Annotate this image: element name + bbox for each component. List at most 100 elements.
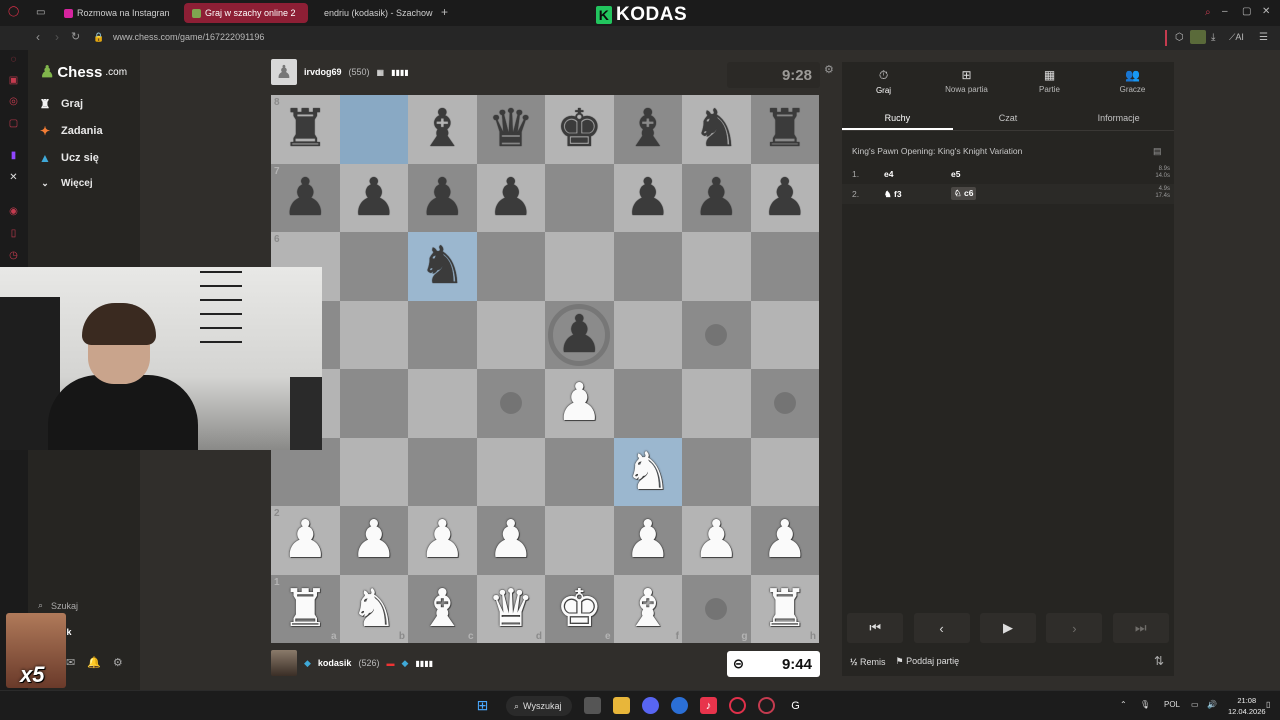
square-f1[interactable]: f ♝ <box>613 574 682 643</box>
file-explorer-icon[interactable] <box>613 697 630 714</box>
square-a1[interactable]: 1 a ♜ <box>271 574 340 643</box>
forward-icon[interactable]: › <box>55 30 59 44</box>
black-pawn-icon[interactable]: ♟ <box>693 172 740 224</box>
square-e2[interactable] <box>545 506 614 575</box>
square-g7[interactable]: ♟ <box>682 163 751 232</box>
bell-icon[interactable]: 🔔 <box>87 656 101 669</box>
square-h5[interactable] <box>750 300 819 369</box>
square-h4[interactable] <box>750 369 819 438</box>
gear-icon[interactable]: ⚙ <box>113 656 123 669</box>
square-f8[interactable]: ♝ <box>613 95 682 164</box>
move-hint[interactable] <box>773 392 796 415</box>
first-move-button[interactable]: ⏮ <box>847 613 904 643</box>
move-hint[interactable] <box>499 392 522 415</box>
square-d1[interactable]: d ♛ <box>476 574 545 643</box>
white-bishop-icon[interactable]: ♝ <box>624 583 671 635</box>
square-f5[interactable] <box>613 300 682 369</box>
microphone-icon[interactable]: 🎙 <box>1140 700 1150 709</box>
volume-icon[interactable]: 🔊 <box>1207 700 1217 709</box>
square-h3[interactable] <box>750 437 819 506</box>
white-knight-icon[interactable]: ♞ <box>350 583 397 635</box>
black-move[interactable]: e5 <box>951 169 960 179</box>
square-h1[interactable]: h ♜ <box>750 574 819 643</box>
square-g1[interactable]: g <box>682 574 751 643</box>
square-b2[interactable]: ♟ <box>339 506 408 575</box>
tab-players[interactable]: 👥 Gracze <box>1091 62 1174 100</box>
start-icon[interactable]: ⊞ <box>474 697 491 714</box>
square-b6[interactable] <box>339 232 408 301</box>
tab-overview-icon[interactable]: ▭ <box>36 7 45 18</box>
square-d5[interactable] <box>476 300 545 369</box>
aria-icon[interactable]: ◌ <box>7 53 20 66</box>
g-hub-icon[interactable]: G <box>787 697 804 714</box>
black-move-current[interactable]: ♘ c6 <box>951 187 977 200</box>
square-f4[interactable] <box>613 369 682 438</box>
back-icon[interactable]: ‹ <box>36 30 40 44</box>
square-h8[interactable]: ♜ <box>750 95 819 164</box>
minimize-icon[interactable]: – <box>1222 6 1228 17</box>
black-pawn-icon[interactable]: ♟ <box>624 172 671 224</box>
square-c3[interactable] <box>408 437 477 506</box>
square-d2[interactable]: ♟ <box>476 506 545 575</box>
square-d4[interactable] <box>476 369 545 438</box>
square-d8[interactable]: ♛ <box>476 95 545 164</box>
square-d3[interactable] <box>476 437 545 506</box>
bottom-player-avatar[interactable] <box>271 650 297 676</box>
square-h2[interactable]: ♟ <box>750 506 819 575</box>
nav-more[interactable]: ⌄ Więcej <box>38 178 92 189</box>
chess-board[interactable]: 8♜♝♛♚♝♞♜7♟♟♟♟♟♟♟6♞5♟4♟3♞2♟♟♟♟♟♟♟1a♜b♞c♝d… <box>271 95 819 643</box>
download-icon[interactable]: ⤓ <box>1211 32 1215 43</box>
bottom-player-name[interactable]: kodasik <box>318 658 352 668</box>
resign-button[interactable]: ⚑ Poddaj partię <box>896 656 960 667</box>
black-pawn-icon[interactable]: ♟ <box>282 172 329 224</box>
square-g8[interactable]: ♞ <box>682 95 751 164</box>
square-e7[interactable] <box>545 163 614 232</box>
square-g3[interactable] <box>682 437 751 506</box>
x-icon[interactable]: ✕ <box>7 171 20 184</box>
square-c1[interactable]: c ♝ <box>408 574 477 643</box>
draw-button[interactable]: ½ Remis <box>850 657 886 667</box>
black-queen-icon[interactable]: ♛ <box>487 103 534 155</box>
taskbar-search[interactable]: ⌕ Wyszukaj <box>506 696 572 716</box>
shopping-icon[interactable]: ▣ <box>7 74 20 87</box>
search-tabs-icon[interactable]: ⌕ <box>1205 7 1211 18</box>
square-c6[interactable]: ♞ <box>408 232 477 301</box>
ai-button[interactable]: ⟋AI <box>1229 32 1244 43</box>
white-pawn-icon[interactable]: ♟ <box>624 514 671 566</box>
nav-search[interactable]: ⌕ Szukaj <box>38 600 78 611</box>
square-a2[interactable]: 2 ♟ <box>271 506 340 575</box>
instagram-side-icon[interactable]: ▢ <box>7 117 20 130</box>
square-h7[interactable]: ♟ <box>750 163 819 232</box>
square-c2[interactable]: ♟ <box>408 506 477 575</box>
flip-board-icon[interactable]: ⇅ <box>1154 654 1164 668</box>
notifications-icon[interactable]: ▯ <box>1266 700 1270 709</box>
square-f7[interactable]: ♟ <box>613 163 682 232</box>
move-hint[interactable] <box>705 323 728 346</box>
tray-expand-icon[interactable]: ⌃ <box>1120 700 1127 709</box>
maximize-icon[interactable]: ▢ <box>1242 6 1251 17</box>
square-g2[interactable]: ♟ <box>682 506 751 575</box>
tab-games[interactable]: ▦ Partie <box>1008 62 1091 100</box>
extensions-icon[interactable]: ⬡ <box>1175 32 1184 43</box>
white-pawn-icon[interactable]: ♟ <box>487 514 534 566</box>
black-knight-icon[interactable]: ♞ <box>693 103 740 155</box>
square-e8[interactable]: ♚ <box>545 95 614 164</box>
square-g6[interactable] <box>682 232 751 301</box>
square-b4[interactable] <box>339 369 408 438</box>
square-d6[interactable] <box>476 232 545 301</box>
task-view-icon[interactable] <box>584 697 601 714</box>
bookmark-icon[interactable]: ▯ <box>7 227 20 240</box>
square-f3[interactable]: ♞ <box>613 437 682 506</box>
square-b3[interactable] <box>339 437 408 506</box>
white-pawn-icon[interactable]: ♟ <box>556 377 603 429</box>
menu-icon[interactable]: ☰ <box>1259 32 1268 43</box>
avatar-thumbnail[interactable] <box>1190 30 1206 44</box>
square-c5[interactable] <box>408 300 477 369</box>
top-player-avatar[interactable]: ♟ <box>271 59 297 85</box>
nav-play[interactable]: ♜ Graj <box>38 97 83 111</box>
square-d7[interactable]: ♟ <box>476 163 545 232</box>
chess-logo[interactable]: ♟ Chess .com <box>40 62 127 82</box>
white-queen-icon[interactable]: ♛ <box>487 583 534 635</box>
square-f6[interactable] <box>613 232 682 301</box>
black-pawn-icon[interactable]: ♟ <box>487 172 534 224</box>
